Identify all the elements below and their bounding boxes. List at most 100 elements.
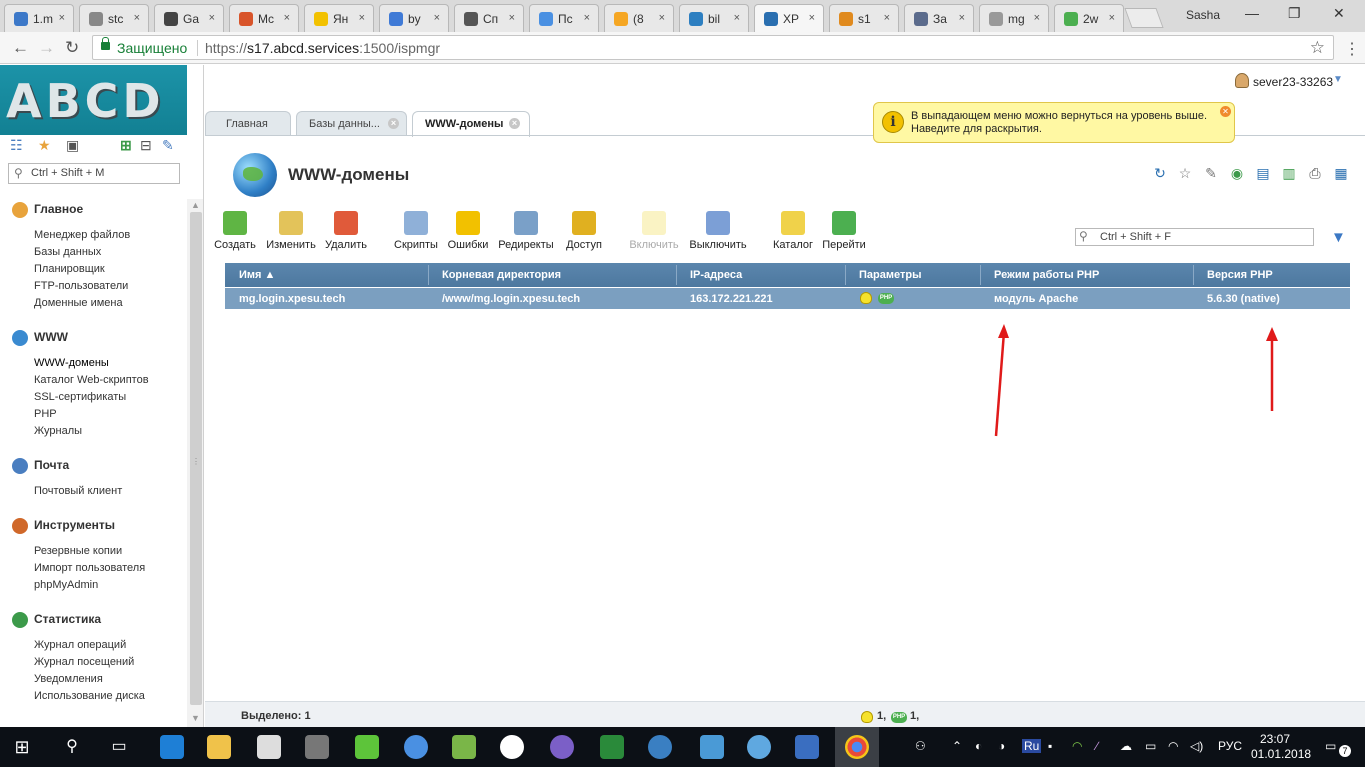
reload-icon[interactable]: ↻ (65, 38, 79, 58)
print-icon[interactable]: ⎙ (1307, 165, 1323, 181)
file-explorer-icon[interactable] (207, 735, 231, 759)
sidebar-item[interactable]: Каталог Web-скриптов (34, 374, 149, 386)
back-icon[interactable]: ← (12, 38, 29, 58)
sidebar-item[interactable]: Журнал посещений (34, 656, 134, 668)
collapse-all-icon[interactable]: ⊟ (140, 137, 152, 154)
sidebar-search-input[interactable]: ⚲ Ctrl + Shift + M (8, 163, 180, 184)
url-text[interactable]: https://s17.abcd.services:1500/ispmgr (205, 40, 440, 56)
punto-switcher-icon[interactable]: Ru (1022, 739, 1042, 753)
copy-icon[interactable]: ▤ (1255, 165, 1271, 181)
volume-icon[interactable]: ◁) (1190, 739, 1203, 753)
tray-app-icon[interactable]: ◐ (975, 739, 982, 753)
favorite-star-icon[interactable]: ☆ (1177, 165, 1193, 181)
network-icon[interactable]: ▭ (1145, 739, 1156, 753)
column-ip[interactable]: IP-адреса (690, 269, 742, 281)
tray-jivo-icon[interactable]: ◑ (998, 739, 1005, 753)
bookmark-star-icon[interactable]: ☆ (1310, 38, 1325, 58)
sidebar-item[interactable]: Журналы (34, 425, 82, 437)
tab-www-domains[interactable]: WWW-домены × (412, 111, 530, 137)
sidebar-group-title[interactable]: Статистика (34, 612, 101, 626)
restore-icon[interactable]: ❐ (1288, 5, 1301, 22)
chrome-icon[interactable] (845, 735, 869, 759)
favorites-star-icon[interactable]: ★ (38, 137, 51, 154)
onedrive-icon[interactable]: ☁ (1120, 739, 1132, 753)
toolbar-button-redirects[interactable]: Редиректы (496, 211, 556, 251)
sidebar-group-title[interactable]: WWW (34, 330, 68, 344)
close-window-icon[interactable]: ✕ (1333, 5, 1345, 22)
mail-icon[interactable] (257, 735, 281, 759)
close-tab-icon[interactable]: × (809, 12, 815, 24)
sidebar-item[interactable]: Импорт пользователя (34, 562, 145, 574)
close-tab-icon[interactable]: × (884, 12, 890, 24)
search-icon[interactable]: ⚲ (60, 735, 84, 759)
icq-icon[interactable] (355, 735, 379, 759)
store-icon[interactable] (305, 735, 329, 759)
sidebar-item[interactable]: phpMyAdmin (34, 579, 98, 591)
browser-tab[interactable]: Ga × (154, 4, 224, 32)
feather-icon[interactable]: ∕ (1096, 739, 1098, 753)
task-view-icon[interactable]: ▭ (107, 735, 131, 759)
sidebar-item[interactable]: PHP (34, 408, 57, 420)
browser-tab[interactable]: bil × (679, 4, 749, 32)
toolbar-button-enable-bulb[interactable]: Включить (624, 211, 684, 251)
viber-icon[interactable] (550, 735, 574, 759)
edge-icon[interactable] (160, 735, 184, 759)
app-icon[interactable] (648, 735, 672, 759)
scroll-up-icon[interactable]: ▲ (191, 200, 200, 210)
briefcase-icon[interactable]: ▣ (66, 137, 79, 154)
sidebar-group-title[interactable]: Почта (34, 458, 69, 472)
column-params[interactable]: Параметры (859, 269, 921, 281)
wifi-icon[interactable]: ◠ (1168, 739, 1178, 753)
tab-home[interactable]: Главная (205, 111, 291, 136)
people-icon[interactable]: ⚇ (915, 739, 926, 753)
column-name[interactable]: Имя ▲ (239, 269, 275, 281)
sidebar-item[interactable]: Уведомления (34, 673, 103, 685)
excel-export-icon[interactable]: ▥ (1281, 165, 1297, 181)
vk-messenger-icon[interactable] (404, 735, 428, 759)
toolbar-button-scripts[interactable]: Скрипты (386, 211, 446, 251)
sidebar-item[interactable]: Менеджер файлов (34, 229, 130, 241)
close-tab-icon[interactable]: × (1109, 12, 1115, 24)
browser-tab[interactable]: За × (904, 4, 974, 32)
language-indicator[interactable]: РУС (1218, 739, 1242, 753)
pin-page-icon[interactable]: ✎ (1203, 165, 1219, 181)
browser-tab[interactable]: Ян × (304, 4, 374, 32)
browser-tab[interactable]: mg × (979, 4, 1049, 32)
table-settings-icon[interactable]: ▦ (1333, 165, 1349, 181)
toolbar-button-errors[interactable]: Ошибки (438, 211, 498, 251)
browser-tab[interactable]: by × (379, 4, 449, 32)
sidebar-item[interactable]: Планировщик (34, 263, 105, 275)
scroll-down-icon[interactable]: ▼ (191, 713, 200, 723)
sidebar-group-title[interactable]: Главное (34, 202, 83, 216)
windows-start-icon[interactable]: ⊞ (10, 735, 34, 759)
table-row[interactable]: mg.login.xpesu.tech /www/mg.login.xpesu.… (225, 287, 1350, 309)
new-tab-button[interactable] (1124, 8, 1164, 28)
close-tab-icon[interactable]: × (959, 12, 965, 24)
close-tab-icon[interactable]: × (209, 12, 215, 24)
close-tab-icon[interactable]: × (584, 12, 590, 24)
close-tab-icon[interactable]: × (1034, 12, 1040, 24)
close-tab-icon[interactable]: × (509, 118, 520, 129)
close-tab-icon[interactable]: × (359, 12, 365, 24)
toolbar-button-disable-bulb[interactable]: Выключить (688, 211, 748, 251)
filter-icon[interactable]: ▼ (1331, 229, 1346, 246)
sidebar-item[interactable]: WWW-домены (34, 357, 109, 369)
minimize-icon[interactable]: — (1245, 5, 1259, 21)
sidebar-item[interactable]: Базы данных (34, 246, 101, 258)
expand-all-icon[interactable]: ⊞ (120, 137, 132, 154)
browser-tab[interactable]: XP × (754, 4, 824, 32)
sidebar-item[interactable]: FTP-пользователи (34, 280, 128, 292)
toolbar-button-delete[interactable]: Удалить (316, 211, 376, 251)
globe-help-icon[interactable]: ◉ (1229, 165, 1245, 181)
browser-menu-icon[interactable]: ⋮ (1344, 39, 1360, 59)
toolbar-button-create[interactable]: Создать (205, 211, 265, 251)
tab-databases[interactable]: Базы данны... × (296, 111, 407, 136)
save-disk-icon[interactable] (795, 735, 819, 759)
tree-view-icon[interactable]: ☷ (10, 137, 23, 154)
browser-tab[interactable]: 2w × (1054, 4, 1124, 32)
browser-tab[interactable]: Mc × (229, 4, 299, 32)
browser-tab[interactable]: Сп × (454, 4, 524, 32)
browser-tab[interactable]: (8 × (604, 4, 674, 32)
clock[interactable]: 23:07 01.01.2018 (1251, 732, 1311, 762)
sidebar-item[interactable]: Журнал операций (34, 639, 126, 651)
